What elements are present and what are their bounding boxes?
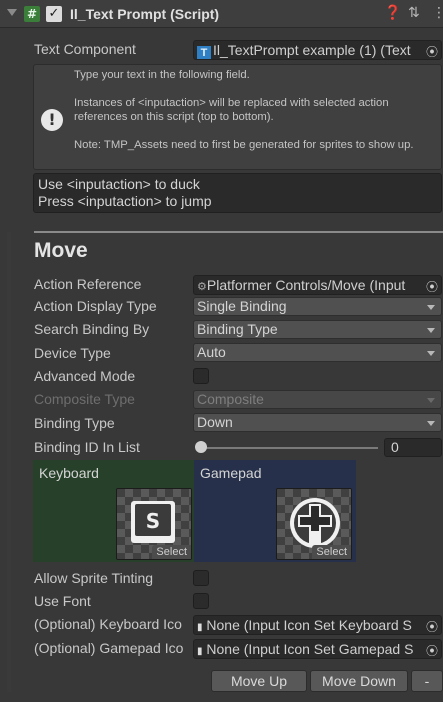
action-reference-label: Action Reference: [34, 276, 142, 292]
script-icon: #: [24, 6, 40, 22]
gamepad-label: Gamepad: [200, 465, 262, 481]
component-header: # ✓ Il_Text Prompt (Script) ❓ ⇅ ⋮: [0, 0, 443, 28]
binding-type-label: Binding Type: [34, 415, 115, 431]
allow-sprite-tinting-label: Allow Sprite Tinting: [34, 570, 154, 586]
text-component-label: Text Component: [34, 41, 136, 57]
gamepad-icons-value: None (Input Icon Set Gamepad S: [206, 641, 414, 657]
keyboard-icons-field[interactable]: ▮ None (Input Icon Set Keyboard S ⦿: [193, 615, 442, 635]
help-line-3: Note: TMP_Assets need to first be genera…: [74, 139, 414, 151]
use-font-checkbox[interactable]: [193, 593, 209, 609]
section-title: Move: [34, 239, 88, 262]
enabled-checkbox[interactable]: ✓: [46, 6, 62, 22]
action-display-type-value: Single Binding: [197, 298, 287, 314]
input-action-icon: ⚙: [197, 280, 207, 293]
section-divider: [34, 231, 443, 233]
keyboard-icons-label: (Optional) Keyboard Ico: [34, 616, 182, 632]
action-reference-field[interactable]: ⚙Platformer Controls/Move (Input ⦿: [193, 275, 442, 295]
search-binding-by-label: Search Binding By: [34, 321, 150, 337]
use-font-label: Use Font: [34, 593, 91, 609]
binding-id-number-field[interactable]: 0: [384, 438, 442, 457]
dropdown-arrow-icon: [427, 351, 435, 356]
binding-type-dropdown[interactable]: Down: [193, 413, 442, 432]
dropdown-arrow-icon: [427, 305, 435, 310]
move-down-button[interactable]: Move Down: [310, 670, 408, 692]
composite-type-dropdown: Composite: [193, 390, 442, 409]
object-picker-icon[interactable]: ⦿: [423, 43, 438, 59]
remove-button[interactable]: -: [411, 670, 443, 692]
asset-file-icon: ▮: [197, 622, 203, 633]
dropdown-arrow-icon: [427, 421, 435, 426]
object-picker-icon[interactable]: ⦿: [423, 278, 438, 294]
action-display-type-label: Action Display Type: [34, 298, 157, 314]
action-display-type-dropdown[interactable]: Single Binding: [193, 297, 442, 316]
help-line-2: Instances of <inputaction> will be repla…: [74, 97, 389, 123]
kebab-menu-icon[interactable]: ⋮: [432, 5, 443, 21]
keyboard-label: Keyboard: [39, 465, 99, 481]
text-component-field[interactable]: T Il_TextPrompt example (1) (Text ⦿: [193, 40, 442, 60]
keyboard-select-button[interactable]: Select: [152, 545, 191, 559]
prompt-text-area[interactable]: Use <inputaction> to duck Press <inputac…: [33, 173, 442, 213]
warning-icon: !: [41, 109, 63, 131]
allow-sprite-tinting-checkbox[interactable]: [193, 570, 209, 586]
text-component-value: Il_TextPrompt example (1) (Text: [213, 42, 411, 58]
asset-file-icon: ▮: [197, 646, 203, 657]
gamepad-sprite-field[interactable]: Select: [276, 488, 352, 560]
component-title: Il_Text Prompt (Script): [70, 6, 220, 22]
composite-type-value: Composite: [197, 391, 264, 407]
prompt-line-1: Use <inputaction> to duck: [38, 176, 200, 192]
dropdown-arrow-icon: [427, 328, 435, 333]
device-type-value: Auto: [197, 344, 226, 360]
search-binding-by-dropdown[interactable]: Binding Type: [193, 320, 442, 339]
binding-type-value: Down: [197, 414, 233, 430]
keyboard-key-letter: S: [146, 509, 160, 533]
composite-type-label: Composite Type: [34, 391, 135, 407]
question-icon[interactable]: ❓: [384, 5, 401, 21]
preset-sliders-icon[interactable]: ⇅: [408, 5, 420, 21]
gamepad-icons-label: (Optional) Gamepad Ico: [34, 640, 184, 656]
advanced-mode-label: Advanced Mode: [34, 368, 136, 384]
dropdown-arrow-icon: [427, 398, 435, 403]
gamepad-icons-field[interactable]: ▮ None (Input Icon Set Gamepad S ⦿: [193, 639, 442, 659]
binding-id-slider-handle[interactable]: [195, 441, 207, 453]
reorder-handle[interactable]: [7, 232, 11, 692]
advanced-mode-checkbox[interactable]: [193, 368, 209, 384]
binding-id-slider-track[interactable]: [200, 447, 378, 449]
object-picker-icon[interactable]: ⦿: [423, 618, 438, 634]
help-line-1: Type your text in the following field.: [74, 69, 250, 81]
device-type-label: Device Type: [34, 345, 111, 361]
help-box: Type your text in the following field. !…: [33, 64, 442, 170]
search-binding-by-value: Binding Type: [197, 321, 278, 337]
gamepad-select-button[interactable]: Select: [312, 545, 351, 559]
keyboard-icons-value: None (Input Icon Set Keyboard S: [206, 617, 412, 633]
action-reference-value: Platformer Controls/Move (Input: [206, 277, 406, 293]
binding-id-label: Binding ID In List: [34, 439, 140, 455]
object-picker-icon[interactable]: ⦿: [423, 642, 438, 658]
text-mesh-icon: T: [197, 46, 211, 59]
move-up-button[interactable]: Move Up: [211, 670, 307, 692]
keyboard-sprite-field[interactable]: S Select: [116, 488, 192, 560]
device-type-dropdown[interactable]: Auto: [193, 343, 442, 362]
foldout-arrow-icon[interactable]: [7, 9, 17, 16]
prompt-line-2: Press <inputaction> to jump: [38, 193, 212, 209]
